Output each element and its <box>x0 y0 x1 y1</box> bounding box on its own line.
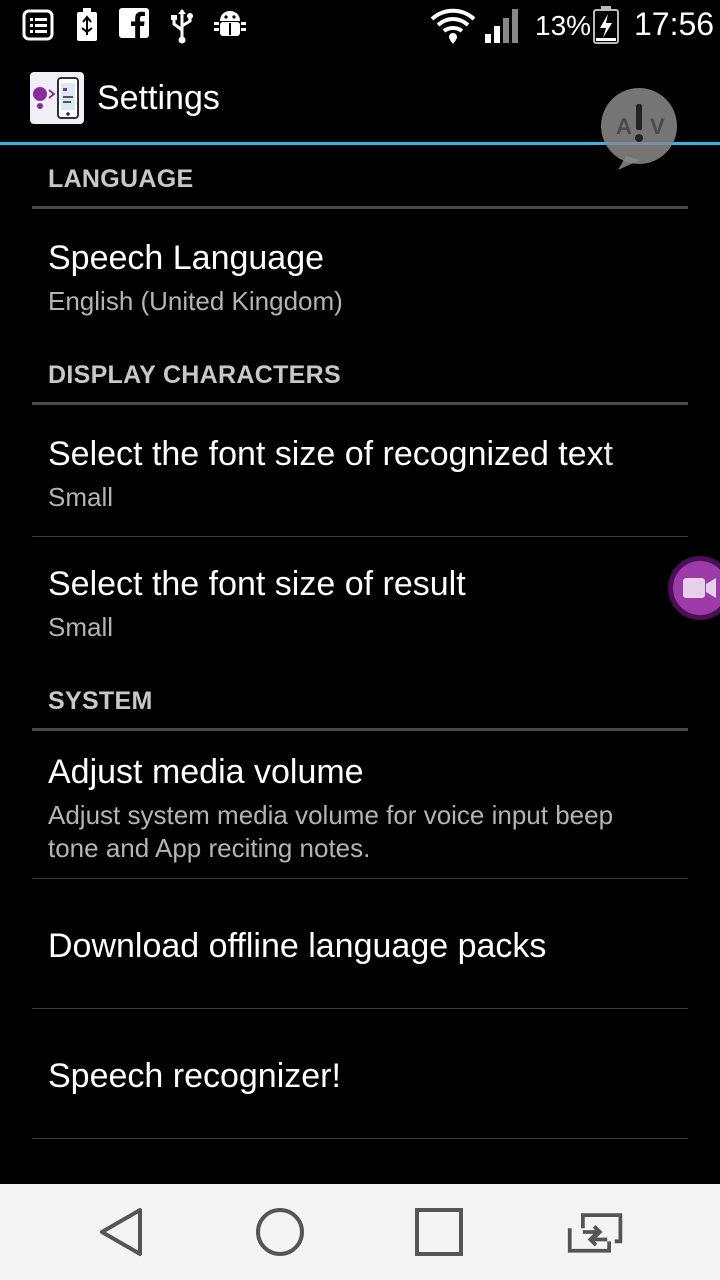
section-divider <box>32 206 688 209</box>
pref-summary: Small <box>48 482 114 512</box>
clock: 17:56 <box>634 6 715 42</box>
battery-percent: 13% <box>535 10 592 41</box>
app-logo-icon[interactable] <box>30 72 84 124</box>
switch-sim-icon[interactable] <box>566 1202 626 1262</box>
section-header-language: LANGUAGE <box>48 165 194 193</box>
pref-summary: English (United Kingdom) <box>48 286 343 316</box>
pref-speech-recognizer[interactable]: Speech recognizer! <box>32 1010 688 1138</box>
svg-text:V: V <box>650 114 665 139</box>
pref-adjust-media-volume[interactable]: Adjust media volume Adjust system media … <box>32 734 688 878</box>
android-debug-icon <box>214 11 246 36</box>
battery-charging-icon <box>593 6 619 44</box>
item-divider <box>32 1008 688 1009</box>
section-divider <box>32 402 688 405</box>
section-divider <box>32 728 688 731</box>
pref-recognized-font-size[interactable]: Select the font size of recognized text … <box>32 408 688 536</box>
pref-title: Speech recognizer! <box>48 1057 341 1095</box>
page-title: Settings <box>97 79 220 117</box>
item-divider <box>32 878 688 879</box>
pref-summary: Small <box>48 612 114 642</box>
pref-title: Adjust media volume <box>48 753 364 791</box>
wifi-icon <box>430 8 476 44</box>
pref-title: Speech Language <box>48 239 325 277</box>
pref-title: Select the font size of result <box>48 565 466 603</box>
section-header-system: SYSTEM <box>48 687 153 715</box>
usb-icon <box>171 9 193 44</box>
home-icon[interactable] <box>250 1202 310 1262</box>
pref-title: Select the font size of recognized text <box>48 435 614 473</box>
status-bar: 13% 17:56 <box>0 0 720 50</box>
notes-icon <box>22 9 54 41</box>
floating-camera-icon[interactable] <box>666 554 720 622</box>
section-header-display-characters: DISPLAY CHARACTERS <box>48 361 341 389</box>
pref-summary: Adjust system media volume for voice inp… <box>48 800 614 863</box>
item-divider <box>32 1138 688 1139</box>
floating-assistant-icon[interactable]: A V <box>596 86 682 172</box>
back-icon[interactable] <box>92 1202 152 1262</box>
pref-title: Download offline language packs <box>48 927 547 965</box>
pref-download-offline-packs[interactable]: Download offline language packs <box>32 880 688 1008</box>
svg-text:A: A <box>616 114 632 139</box>
pref-speech-language[interactable]: Speech Language English (United Kingdom) <box>32 212 688 340</box>
item-divider <box>32 536 688 537</box>
pref-result-font-size[interactable]: Select the font size of result Small <box>32 538 688 678</box>
recents-icon[interactable] <box>409 1202 469 1262</box>
usb-battery-icon <box>77 8 97 41</box>
signal-icon <box>485 9 518 43</box>
navigation-bar <box>0 1184 720 1280</box>
facebook-icon <box>119 8 149 38</box>
